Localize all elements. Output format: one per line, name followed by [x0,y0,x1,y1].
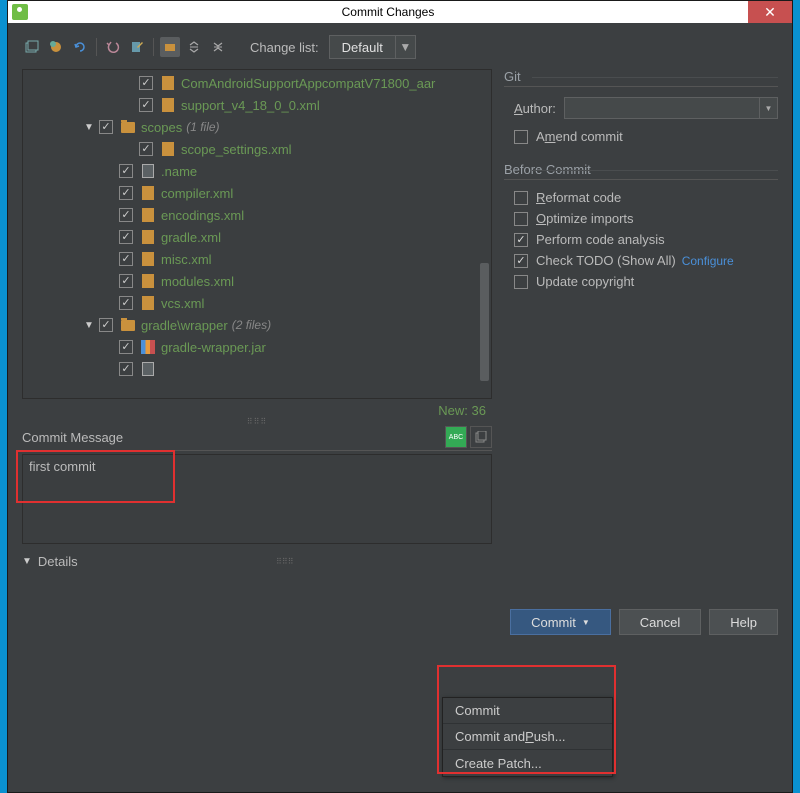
tree-row[interactable]: compiler.xml [23,182,491,204]
tree-label: misc.xml [161,252,212,267]
tree-checkbox[interactable] [119,186,133,200]
revert-icon[interactable] [103,37,123,57]
app-icon [12,4,28,20]
tree-checkbox[interactable] [119,296,133,310]
tree-label: .name [161,164,197,179]
help-button[interactable]: Help [709,609,778,635]
tree-row[interactable]: ▼ gradle\wrapper (2 files) [23,314,491,336]
tree-row[interactable]: ▼ scopes (1 file) [23,116,491,138]
history-icon[interactable] [470,426,492,448]
tree-label: support_v4_18_0_0.xml [181,98,320,113]
tree-checkbox[interactable] [119,230,133,244]
file-tree[interactable]: ComAndroidSupportAppcompatV71800_aarsupp… [22,69,492,399]
change-list-select[interactable]: Default ▼ [329,35,416,59]
tree-label: compiler.xml [161,186,233,201]
dropdown-arrow-icon: ▼ [395,36,415,58]
commit-changes-dialog: Commit Changes ✕ Change list: Default ▼ … [7,0,793,793]
tree-checkbox[interactable] [139,142,153,156]
before-commit-checkbox[interactable] [514,275,528,289]
commit-dropdown-icon: ▼ [582,618,590,627]
configure-link[interactable]: Configure [682,254,734,268]
before-commit-checkbox[interactable] [514,233,528,247]
tree-row[interactable]: scope_settings.xml [23,138,491,160]
author-input[interactable]: ▼ [564,97,778,119]
before-commit-label: Check TODO (Show All) [536,253,676,268]
splitter[interactable]: ⠿⠿⠿ [22,418,492,424]
commit-button[interactable]: Commit▼ [510,609,611,635]
tree-row[interactable]: misc.xml [23,248,491,270]
before-commit-checkbox[interactable] [514,212,528,226]
tree-count: (1 file) [186,120,219,134]
tree-checkbox[interactable] [99,120,113,134]
expand-all-icon[interactable] [184,37,204,57]
amend-checkbox[interactable] [514,130,528,144]
details-expand-icon[interactable]: ▼ [22,556,32,567]
change-list-value: Default [330,40,395,55]
tree-row[interactable]: gradle.xml [23,226,491,248]
edit-source-icon[interactable] [127,37,147,57]
tree-checkbox[interactable] [119,274,133,288]
tree-expand-icon[interactable]: ▼ [83,121,95,133]
before-commit-checkbox[interactable] [514,191,528,205]
tree-checkbox[interactable] [119,208,133,222]
tree-row[interactable]: modules.xml [23,270,491,292]
amend-label: Amend commit [536,129,623,144]
tree-checkbox[interactable] [119,252,133,266]
author-dropdown-icon[interactable]: ▼ [759,98,777,118]
popup-create-patch[interactable]: Create Patch... [443,750,612,776]
tree-expand-icon[interactable]: ▼ [83,319,95,331]
before-commit-label: Reformat code [536,190,621,205]
spellcheck-icon[interactable]: ABC [445,426,467,448]
toolbar: Change list: Default ▼ [22,31,778,63]
before-commit-header: Before Commit [504,162,778,180]
tree-checkbox[interactable] [119,164,133,178]
show-diff-icon[interactable] [22,37,42,57]
before-commit-label: Perform code analysis [536,232,665,247]
git-section-header: Git [504,69,778,87]
cancel-button[interactable]: Cancel [619,609,701,635]
tree-row[interactable] [23,358,491,380]
commit-message-label: Commit Message [22,430,123,445]
tree-checkbox[interactable] [119,340,133,354]
popup-commit-and-push[interactable]: Commit and Push... [443,724,612,750]
tree-row[interactable]: ComAndroidSupportAppcompatV71800_aar [23,72,491,94]
change-list-label: Change list: [250,40,319,55]
tree-checkbox[interactable] [139,76,153,90]
tree-label: gradle-wrapper.jar [161,340,266,355]
tree-label: gradle.xml [161,230,221,245]
tree-checkbox[interactable] [139,98,153,112]
before-commit-label: Update copyright [536,274,634,289]
refresh-icon[interactable] [70,37,90,57]
tree-label: encodings.xml [161,208,244,223]
author-label: Author: [514,101,556,116]
tree-row[interactable]: vcs.xml [23,292,491,314]
before-commit-checkbox[interactable] [514,254,528,268]
titlebar: Commit Changes ✕ [8,1,792,23]
scrollbar[interactable] [480,263,489,381]
details-splitter[interactable]: ⠿⠿⠿ [78,557,492,566]
window-title: Commit Changes [28,5,748,19]
tree-label: modules.xml [161,274,234,289]
move-to-changelist-icon[interactable] [46,37,66,57]
tree-checkbox[interactable] [119,362,133,376]
tree-label: vcs.xml [161,296,204,311]
tree-checkbox[interactable] [99,318,113,332]
tree-row[interactable]: .name [23,160,491,182]
tree-label: ComAndroidSupportAppcompatV71800_aar [181,76,435,91]
details-label: Details [38,554,78,569]
tree-label: scopes [141,120,182,135]
tree-label: scope_settings.xml [181,142,292,157]
commit-message-input[interactable]: first commit [22,454,492,544]
close-button[interactable]: ✕ [748,1,792,23]
commit-popup-menu: Commit Commit and Push... Create Patch..… [442,697,613,777]
tree-row[interactable]: support_v4_18_0_0.xml [23,94,491,116]
before-commit-label: Optimize imports [536,211,634,226]
tree-count: (2 files) [232,318,271,332]
group-by-directory-icon[interactable] [160,37,180,57]
tree-row[interactable]: encodings.xml [23,204,491,226]
popup-commit[interactable]: Commit [443,698,612,724]
collapse-all-icon[interactable] [208,37,228,57]
tree-label: gradle\wrapper [141,318,228,333]
tree-row[interactable]: gradle-wrapper.jar [23,336,491,358]
